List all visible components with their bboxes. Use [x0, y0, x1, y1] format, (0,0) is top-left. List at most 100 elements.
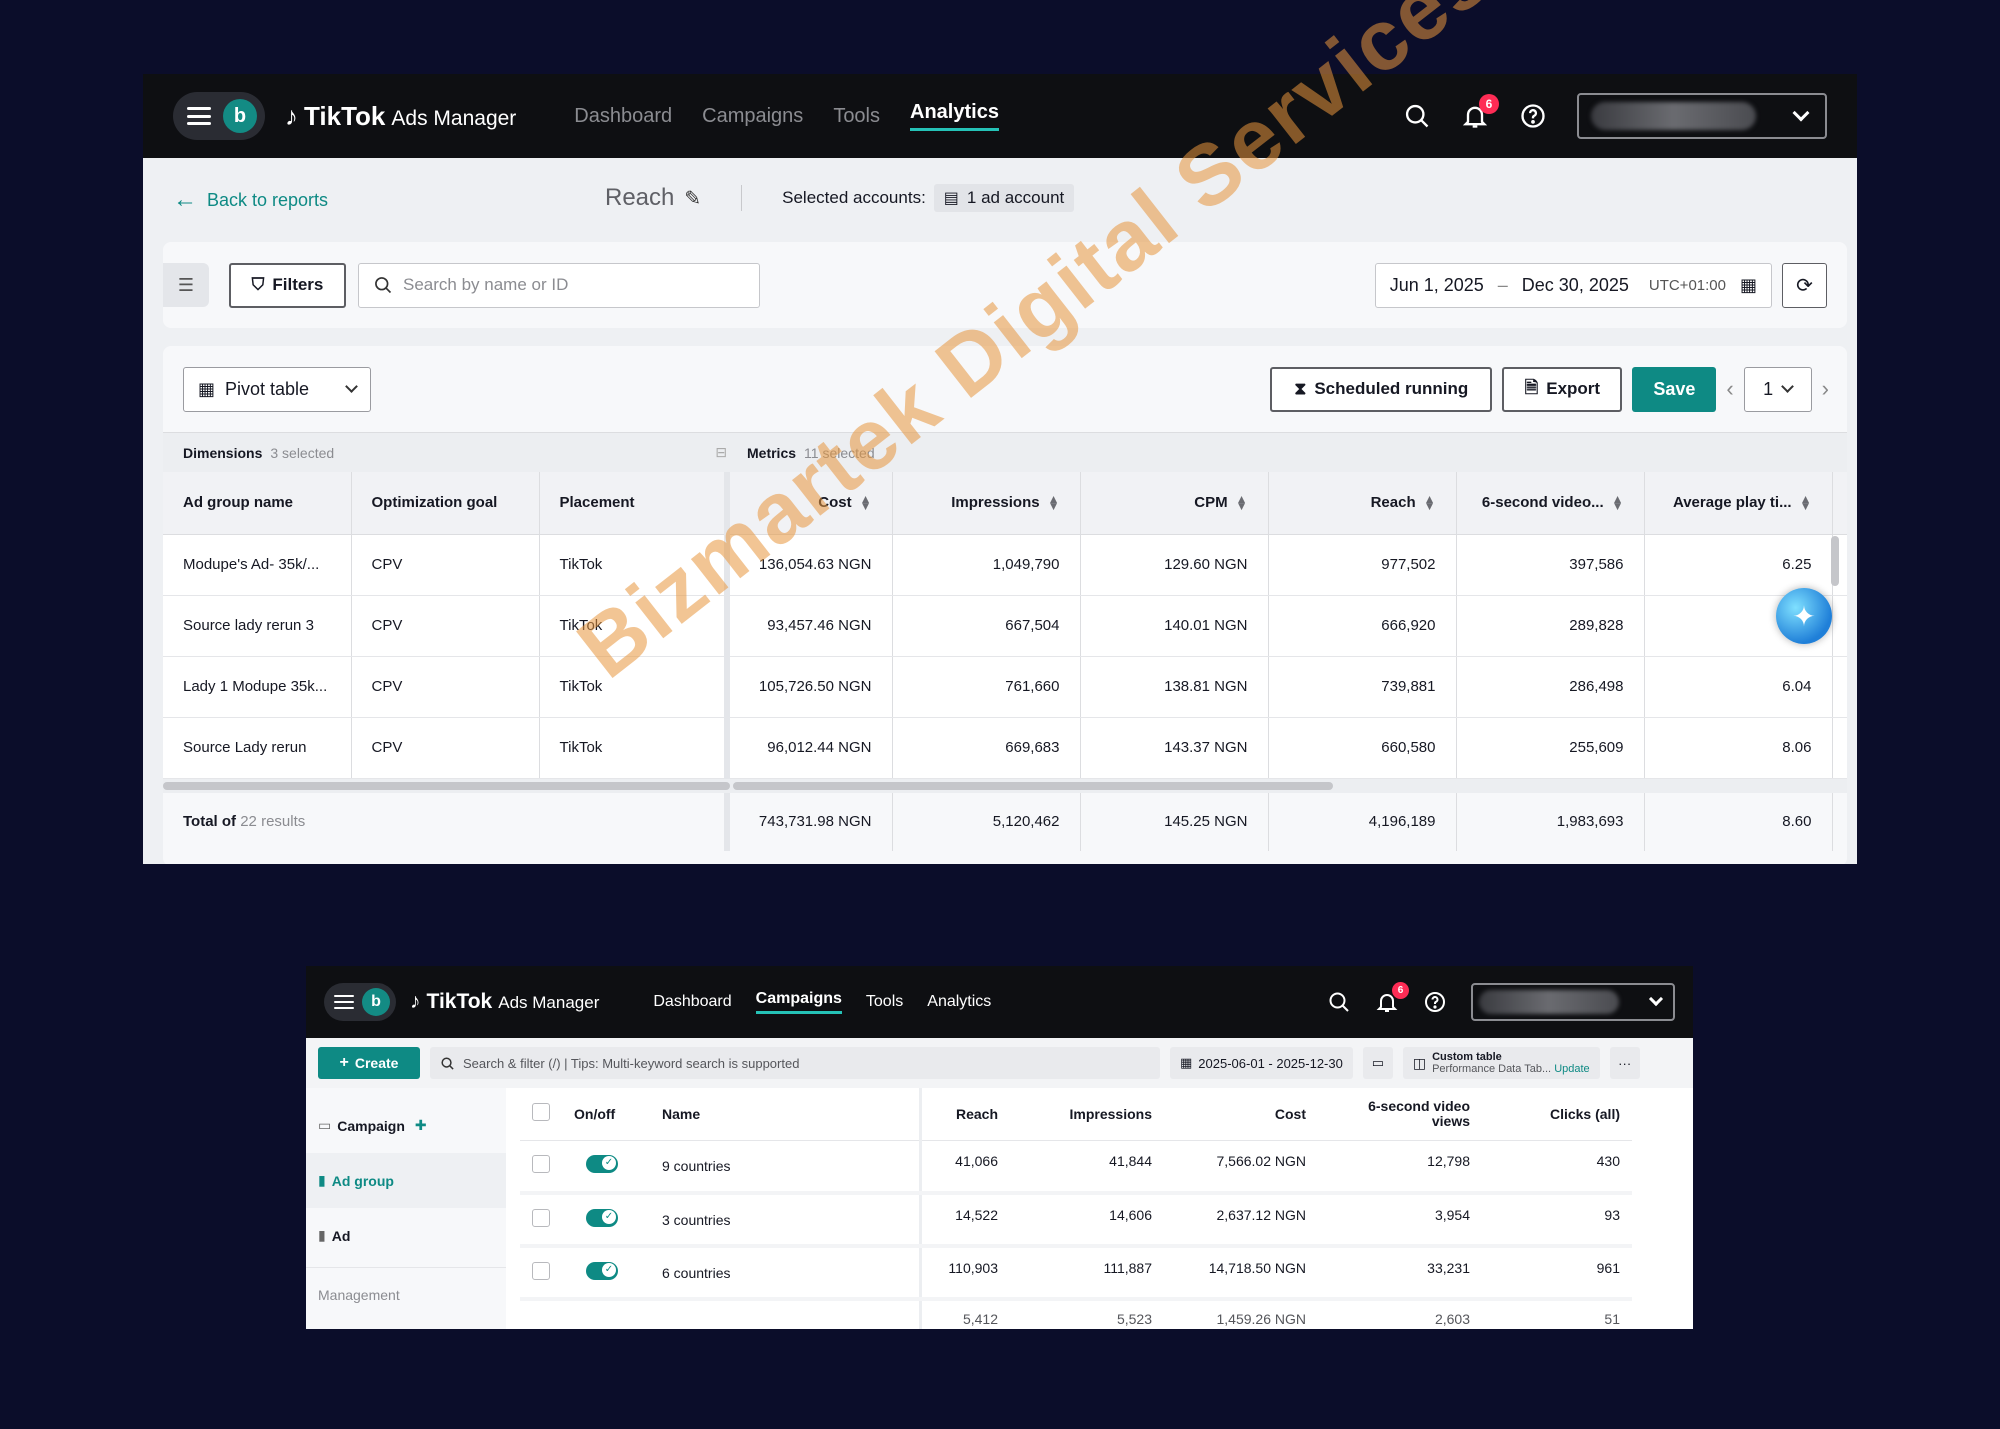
save-button[interactable]: Save [1632, 366, 1717, 412]
bell-icon[interactable]: 6 [1375, 982, 1409, 1014]
selected-accounts-chip[interactable]: ▤ 1 ad account [933, 184, 1075, 212]
col-optimization-goal[interactable]: Optimization goal [351, 472, 540, 535]
col-clicks-all[interactable]: Clicks (all) [1482, 1088, 1632, 1141]
col-on-off[interactable]: On/off [562, 1088, 650, 1141]
table-cell: 5,523 [1010, 1299, 1164, 1329]
table-row[interactable]: Modupe's Ad- 35k/... CPV TikTok 136,054.63 … [163, 534, 1847, 596]
sort-icon[interactable]: ▲ ▼ [1612, 493, 1624, 512]
help-icon[interactable] [1423, 990, 1447, 1014]
row-checkbox[interactable] [532, 1262, 550, 1280]
nav-analytics[interactable]: Analytics [910, 101, 999, 131]
row-checkbox[interactable] [532, 1209, 550, 1227]
compare-icon[interactable]: ▭ [1362, 1047, 1393, 1079]
sidebar-item-campaign[interactable]: ▭ Campaign ✚ [306, 1098, 506, 1153]
horizontal-scrollbar[interactable] [163, 778, 1847, 793]
col-ad-group-name[interactable]: Ad group name [163, 472, 352, 535]
on-off-toggle[interactable] [586, 1155, 618, 1174]
table-row[interactable]: Lady 1 Modupe 35k... CPV TikTok 105,726.50 … [163, 656, 1847, 718]
refresh-icon[interactable]: ⟳ [1782, 262, 1827, 308]
nav-dashboard[interactable]: Dashboard [653, 993, 731, 1011]
ai-assistant-sparkle-icon[interactable]: ✦ [1776, 588, 1832, 644]
update-link[interactable]: Update [1554, 1063, 1589, 1075]
view-type-select[interactable]: ▦ Pivot table [183, 366, 371, 412]
col-impressions[interactable]: Impressions ▲ ▼ [892, 472, 1081, 535]
create-button[interactable]: + Create [318, 1047, 420, 1079]
col-average-play-time[interactable]: Average play ti... ▲ ▼ [1644, 472, 1833, 535]
tiktok-logo[interactable]: ♪ TikTok Ads Manager [285, 101, 516, 132]
sidebar-item-ad-group[interactable]: ▮ Ad group [306, 1153, 506, 1208]
table-row[interactable]: 3 countries14,52214,6062,637.12 NGN3,954… [520, 1193, 1632, 1248]
col-reach[interactable]: Reach [920, 1088, 1010, 1141]
filters-button[interactable]: ⛉ Filters [229, 262, 346, 308]
sort-icon[interactable]: ▲ ▼ [1424, 493, 1436, 512]
total-reach: 4,196,189 [1268, 792, 1457, 851]
more-options-button[interactable]: ··· [1609, 1047, 1640, 1079]
page-select[interactable]: 1 [1743, 366, 1812, 412]
add-plus-icon[interactable]: ✚ [415, 1117, 427, 1134]
tiktok-logo[interactable]: ♪ TikTok Ads Manager [410, 990, 599, 1014]
chevron-left-icon[interactable]: ‹ [1726, 376, 1733, 402]
col-cost[interactable]: Cost ▲ ▼ [727, 472, 893, 535]
col-name[interactable]: Name [650, 1088, 922, 1141]
date-range-picker[interactable]: ▦ 2025-06-01 - 2025-12-30 [1170, 1047, 1353, 1079]
table-cell: 6.25 [1644, 534, 1833, 596]
on-off-toggle[interactable] [586, 1209, 618, 1227]
sort-icon[interactable]: ▲ ▼ [1048, 493, 1060, 512]
bell-icon[interactable]: 6 [1461, 94, 1499, 130]
chevron-right-icon[interactable]: › [1822, 376, 1829, 402]
ad-group-name-link[interactable]: 3 countries [650, 1193, 922, 1248]
account-switcher[interactable] [1577, 93, 1827, 139]
search-input[interactable]: Search by name or ID [358, 262, 760, 308]
nav-analytics[interactable]: Analytics [927, 993, 991, 1011]
sidebar-collapse-icon[interactable]: ☰ [163, 263, 209, 307]
col-cost[interactable]: Cost [1164, 1088, 1318, 1141]
table-cell: 977,502 [1268, 534, 1457, 596]
back-to-reports-link[interactable]: ← Back to reports [173, 186, 328, 214]
account-switcher[interactable] [1471, 983, 1675, 1021]
col-placement[interactable]: Placement [539, 472, 730, 535]
col-cpm[interactable]: CPM ▲ ▼ [1080, 472, 1269, 535]
main-nav: Dashboard Campaigns Tools Analytics [653, 990, 991, 1014]
nav-campaigns[interactable]: Campaigns [702, 105, 803, 128]
sidebar-item-management[interactable]: Management [306, 1267, 506, 1322]
col-6s-video-views[interactable]: 6-second video views [1318, 1088, 1482, 1141]
row-checkbox[interactable] [532, 1155, 550, 1174]
nav-campaigns[interactable]: Campaigns [755, 990, 842, 1014]
custom-table-select[interactable]: ◫ Custom table Performance Data Tab... U… [1402, 1047, 1600, 1079]
table-cell: 6.04 [1644, 656, 1833, 718]
ad-group-name-link[interactable]: 9 countries [650, 1140, 922, 1195]
main-nav: Dashboard Campaigns Tools Analytics [574, 101, 999, 131]
sort-icon[interactable]: ▲ ▼ [1236, 493, 1248, 512]
nav-tools[interactable]: Tools [833, 105, 880, 128]
date-range-picker[interactable]: Jun 1, 2025 – Dec 30, 2025 UTC+01:00 ▦ [1374, 262, 1772, 308]
help-icon[interactable] [1519, 102, 1547, 130]
export-button[interactable]: 🗎 Export [1502, 366, 1623, 412]
sort-icon[interactable]: ▲ ▼ [860, 493, 872, 512]
select-all-checkbox[interactable] [532, 1103, 550, 1122]
table-row[interactable]: 9 countries41,06641,8447,566.02 NGN12,79… [520, 1140, 1632, 1195]
col-impressions[interactable]: Impressions [1010, 1088, 1164, 1141]
table-row[interactable]: Source lady rerun 3 CPV TikTok 93,457.46 NG… [163, 595, 1847, 657]
ad-group-name-link[interactable]: 6 countries [650, 1246, 922, 1301]
menu-toggle[interactable]: b [173, 92, 265, 140]
col-6s-video[interactable]: 6-second video... ▲ ▼ [1456, 472, 1645, 535]
search-icon[interactable] [1327, 990, 1351, 1014]
search-filter-input[interactable]: Search & filter (/) | Tips: Multi-keywor… [430, 1047, 1160, 1079]
edit-pencil-icon[interactable]: ✎ [684, 186, 701, 211]
table-cell: 143.37 NGN [1080, 717, 1269, 779]
table-cell: CPV [351, 534, 540, 596]
nav-tools[interactable]: Tools [866, 993, 903, 1011]
pivot-table-card: ▦ Pivot table ⧗ Scheduled running 🗎 Expo… [163, 346, 1847, 864]
sort-icon[interactable]: ▲ ▼ [1800, 493, 1812, 512]
sidebar-item-ad[interactable]: ▮ Ad [306, 1208, 506, 1263]
nav-dashboard[interactable]: Dashboard [574, 105, 672, 128]
table-row[interactable]: 6 countries110,903111,88714,718.50 NGN33… [520, 1246, 1632, 1301]
on-off-toggle[interactable] [586, 1262, 618, 1280]
col-reach[interactable]: Reach ▲ ▼ [1268, 472, 1457, 535]
table-row[interactable]: Source Lady rerun CPV TikTok 96,012.44 NGN 6… [163, 717, 1847, 779]
search-icon[interactable] [1403, 102, 1431, 130]
vertical-scrollbar[interactable] [1831, 536, 1839, 586]
menu-toggle[interactable]: b [324, 983, 396, 1021]
total-count: 22 results [240, 813, 306, 830]
scheduled-running-button[interactable]: ⧗ Scheduled running [1270, 366, 1493, 412]
